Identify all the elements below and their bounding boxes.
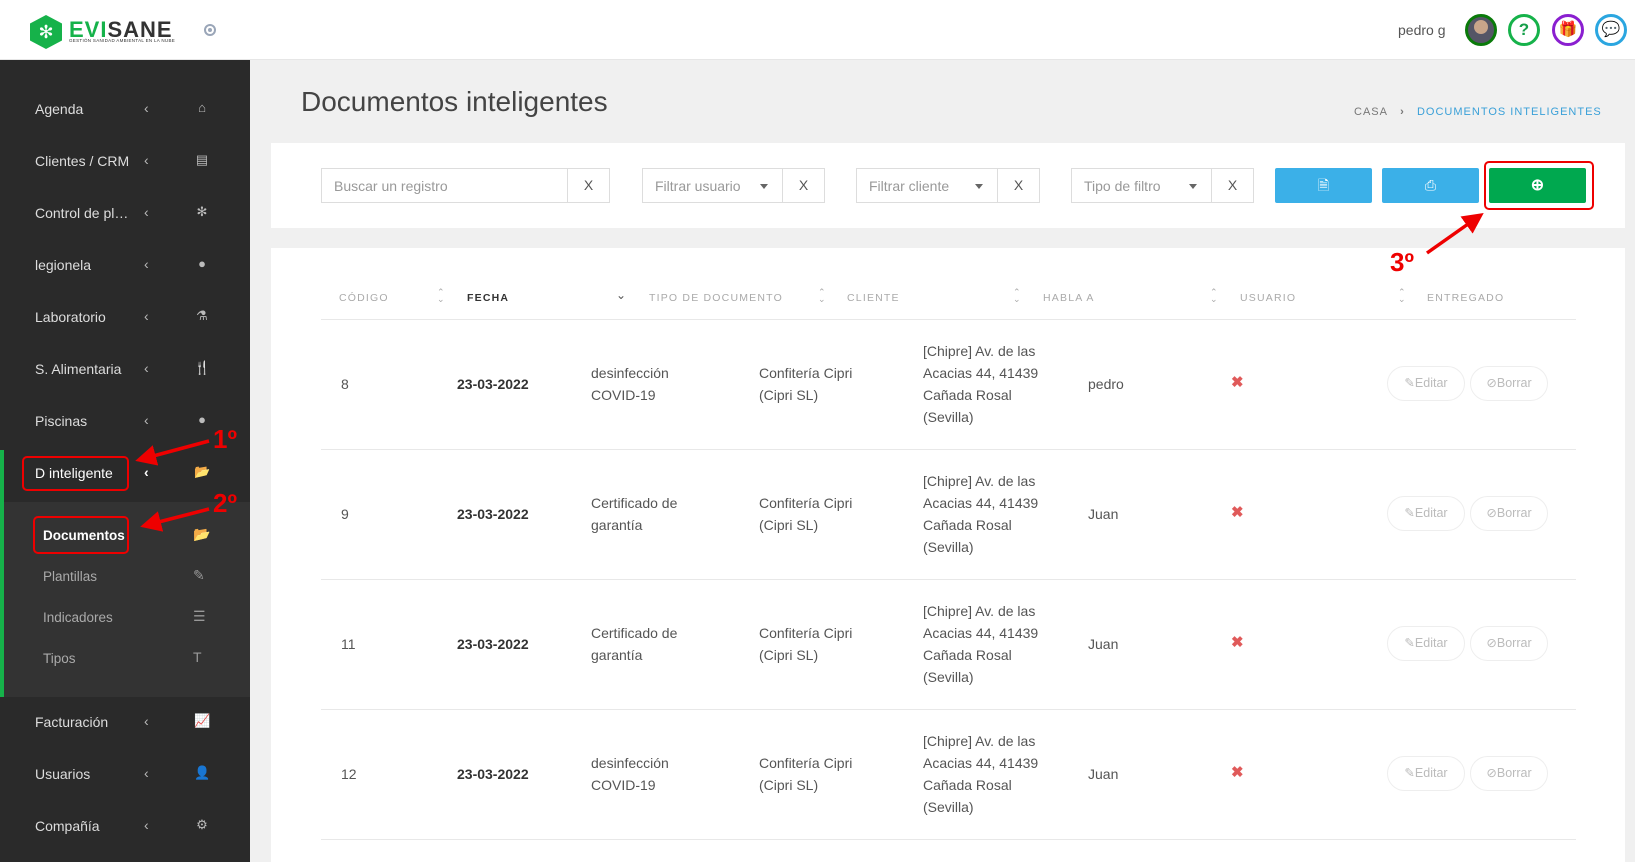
arrow-3 — [1425, 212, 1484, 255]
annotation-arrows — [135, 212, 1484, 532]
arrow-1 — [135, 439, 210, 466]
arrow-2 — [140, 507, 210, 532]
